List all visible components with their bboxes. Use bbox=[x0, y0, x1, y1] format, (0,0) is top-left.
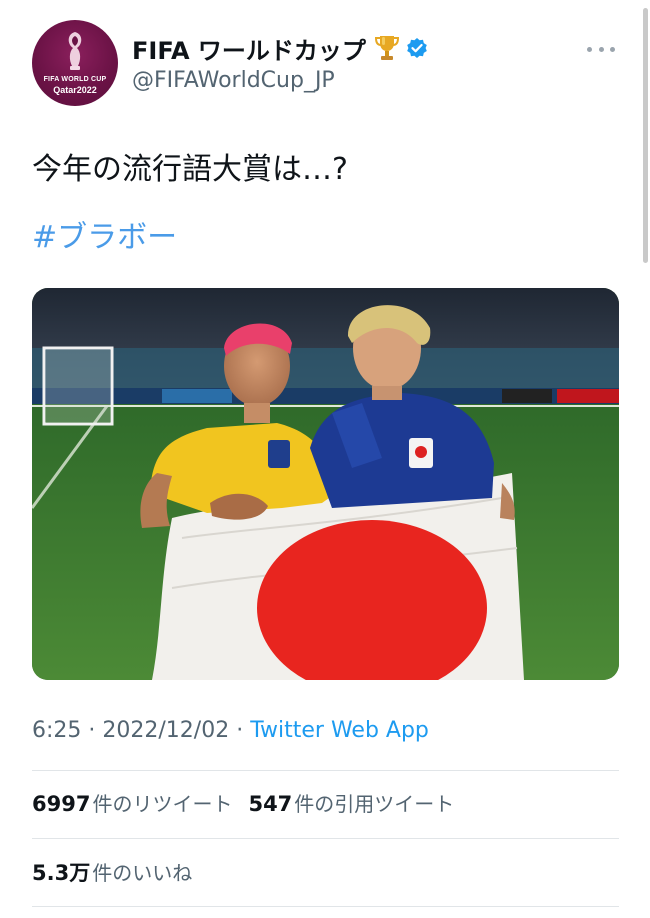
quotes-count: 547 bbox=[248, 792, 293, 816]
avatar-caption: FIFA WORLD CUP bbox=[43, 76, 107, 83]
meta-separator: · bbox=[88, 718, 96, 743]
engagement-stats: 6997 件のリツイート 547 件の引用ツイート bbox=[32, 788, 454, 817]
divider bbox=[32, 906, 619, 907]
tweet-header: FIFA WORLD CUP Qatar2022 FIFA ワールドカップ @F… bbox=[32, 20, 622, 106]
meta-separator: · bbox=[236, 718, 244, 743]
retweets-link[interactable]: 6997 件のリツイート bbox=[32, 788, 232, 817]
tweet-metadata: 6:25 · 2022/12/02 · Twitter Web App bbox=[32, 718, 429, 743]
tweet-photo[interactable] bbox=[32, 288, 619, 680]
photo-icon bbox=[32, 288, 619, 680]
avatar[interactable]: FIFA WORLD CUP Qatar2022 bbox=[32, 20, 118, 106]
more-options-icon[interactable] bbox=[587, 44, 615, 54]
tweet-date: 2022/12/02 bbox=[102, 718, 230, 743]
tweet-time: 6:25 bbox=[32, 718, 82, 743]
likes-label: 件のいいね bbox=[92, 861, 193, 885]
trophy-icon bbox=[374, 36, 399, 60]
divider bbox=[32, 838, 619, 839]
world-cup-emblem-icon bbox=[68, 32, 82, 70]
quote-tweets-link[interactable]: 547 件の引用ツイート bbox=[248, 788, 454, 817]
retweets-label: 件のリツイート bbox=[92, 792, 233, 816]
name-row: FIFA ワールドカップ bbox=[132, 31, 428, 66]
quotes-label: 件の引用ツイート bbox=[294, 792, 455, 816]
scrollbar[interactable] bbox=[643, 8, 648, 263]
display-name[interactable]: FIFA ワールドカップ bbox=[132, 31, 366, 66]
likes-count: 5.3万 bbox=[32, 861, 91, 885]
hashtag-link[interactable]: #ブラボー bbox=[32, 212, 177, 256]
tweet-source-link[interactable]: Twitter Web App bbox=[250, 718, 429, 743]
likes-link[interactable]: 5.3万 件のいいね bbox=[32, 857, 192, 887]
retweets-count: 6997 bbox=[32, 792, 91, 816]
tweet-text: 今年の流行語大賞は…? bbox=[32, 152, 348, 187]
verified-badge-icon bbox=[407, 38, 427, 58]
avatar-caption-qatar: Qatar2022 bbox=[53, 85, 97, 95]
divider bbox=[32, 770, 619, 771]
account-handle[interactable]: @FIFAWorldCup_JP bbox=[132, 68, 335, 93]
